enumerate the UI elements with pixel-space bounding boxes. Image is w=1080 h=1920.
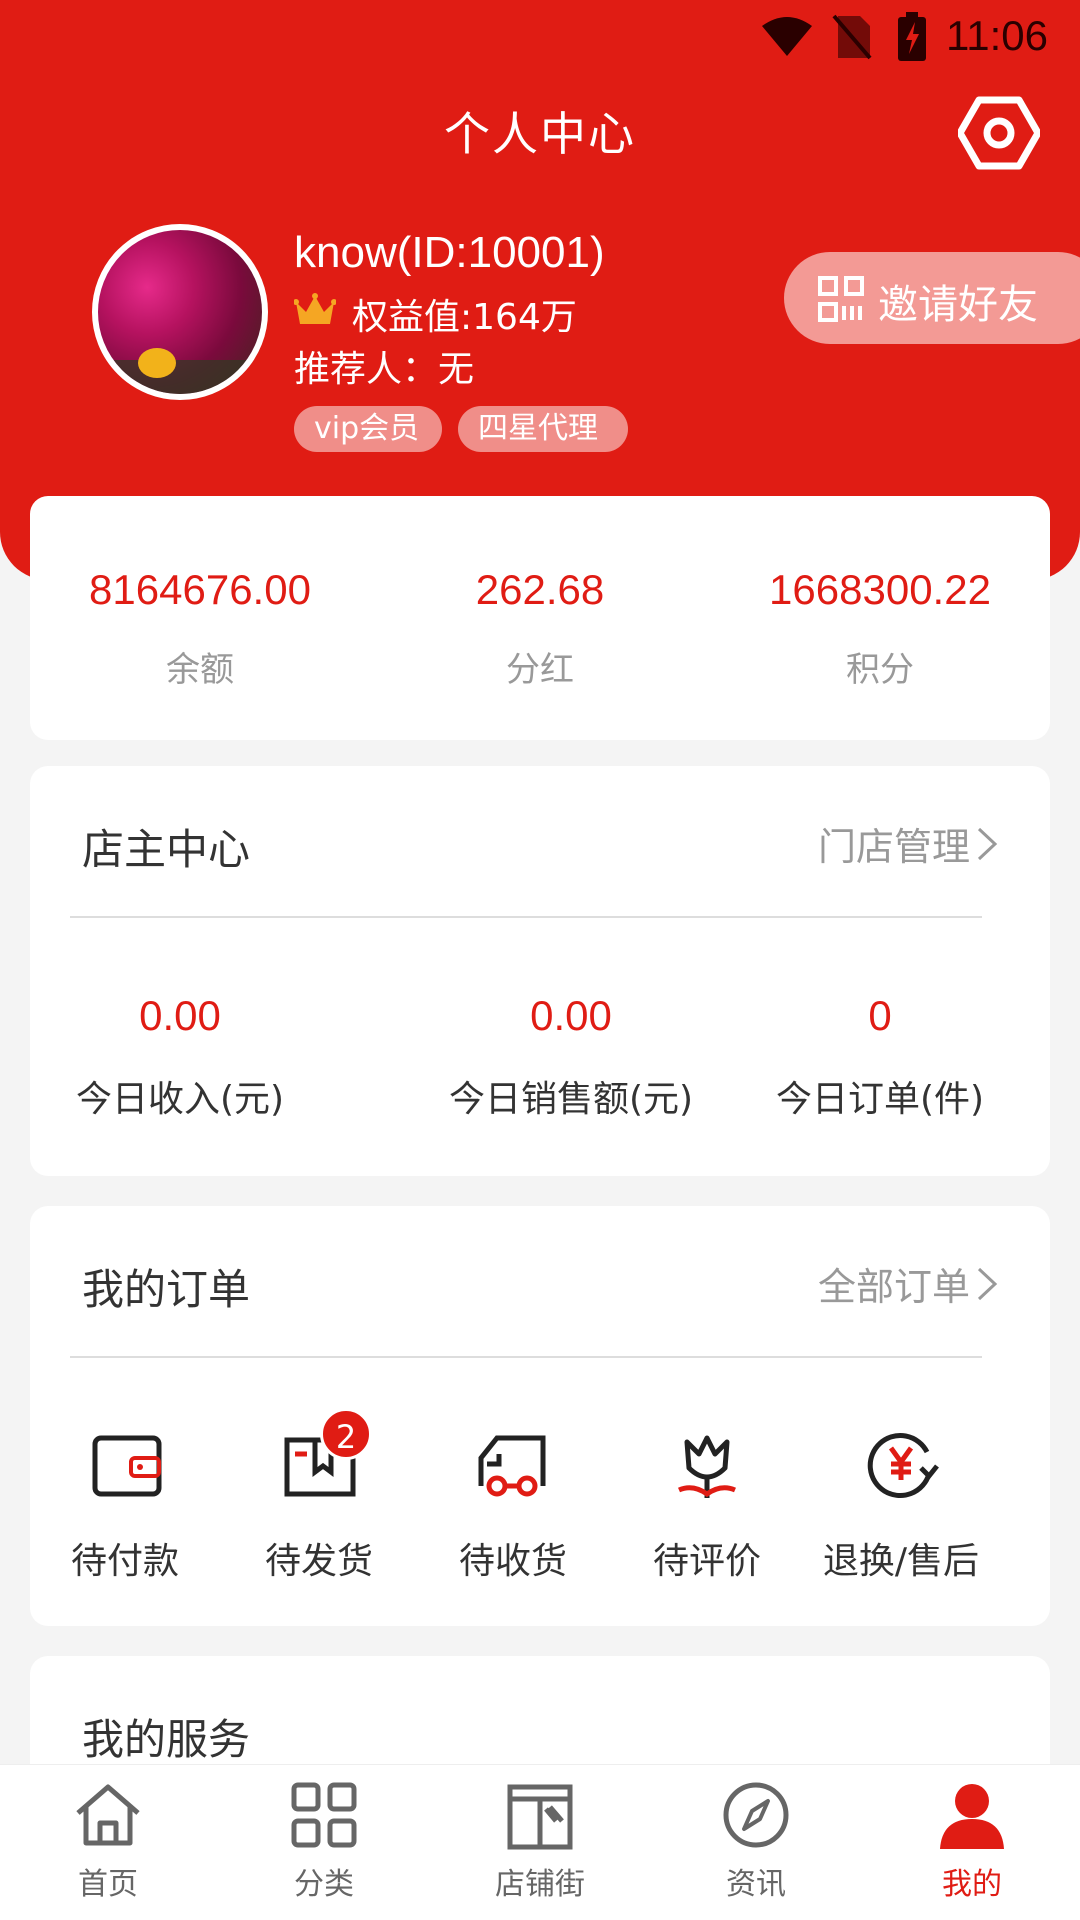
invite-label: 邀请好友 bbox=[878, 282, 1038, 328]
settings-hex-icon[interactable] bbox=[958, 96, 1040, 170]
order-pending-review[interactable]: 待评价 bbox=[612, 1424, 802, 1584]
clock: 11:06 bbox=[946, 12, 1048, 59]
order-pending-shipment-label: 待发货 bbox=[264, 1541, 373, 1582]
tab-home-label: 首页 bbox=[78, 1867, 138, 1902]
tab-store-street-label: 店铺街 bbox=[495, 1867, 585, 1902]
points-label: 积分 bbox=[846, 650, 914, 690]
today-income-value: 0.00 bbox=[139, 992, 221, 1039]
balance-value: 8164676.00 bbox=[89, 566, 311, 613]
today-orders-value: 0 bbox=[868, 992, 892, 1039]
order-pending-receipt-label: 待收货 bbox=[458, 1541, 567, 1582]
page-title: 个人中心 bbox=[444, 107, 636, 161]
battery-icon bbox=[898, 12, 926, 61]
bottom-tab-bar: 首页 分类 店铺街 资讯 我的 bbox=[0, 1764, 1080, 1920]
vip-tag: vip会员 bbox=[294, 406, 442, 452]
crown-icon bbox=[294, 293, 336, 324]
home-icon bbox=[76, 1784, 140, 1846]
tab-store-street[interactable]: 店铺街 bbox=[432, 1777, 648, 1903]
tab-home[interactable]: 首页 bbox=[0, 1777, 216, 1903]
balance-stats-card: 8164676.00 余额 262.68 分红 1668300.22 积分 bbox=[30, 496, 1050, 740]
order-refund-aftersale[interactable]: 退换/售后 bbox=[806, 1424, 996, 1584]
rights-value: 权益值:164万 bbox=[352, 297, 577, 338]
pending-shipment-badge: 2 bbox=[320, 1408, 372, 1460]
agent-level-tag: 四星代理 bbox=[458, 406, 628, 452]
invite-friends-button[interactable]: 邀请好友 bbox=[784, 252, 1080, 344]
flower-icon bbox=[678, 1435, 736, 1498]
status-bar: 11:06 bbox=[0, 0, 1080, 75]
my-orders-card: 我的订单 全部订单 待付款 待发货 2 待收货 待评价 退换/售后 bbox=[30, 1206, 1050, 1626]
tab-category-label: 分类 bbox=[294, 1867, 354, 1902]
order-pending-review-label: 待评价 bbox=[652, 1541, 761, 1582]
store-management-link[interactable]: 门店管理 bbox=[818, 816, 970, 871]
my-services-title: 我的服务 bbox=[82, 1715, 251, 1764]
chevron-right-icon[interactable] bbox=[976, 1266, 998, 1302]
tab-mine[interactable]: 我的 bbox=[864, 1777, 1080, 1903]
my-orders-title: 我的订单 bbox=[82, 1265, 251, 1314]
today-orders-label: 今日订单(件) bbox=[775, 1079, 985, 1120]
order-pending-receipt[interactable]: 待收货 bbox=[418, 1424, 608, 1584]
compass-icon bbox=[723, 1782, 789, 1848]
chevron-right-icon[interactable] bbox=[976, 826, 998, 862]
qr-code-icon bbox=[818, 276, 864, 322]
divider bbox=[70, 916, 982, 918]
grid-icon bbox=[291, 1782, 357, 1848]
order-refund-aftersale-label: 退换/售后 bbox=[822, 1541, 980, 1582]
divider bbox=[70, 1356, 982, 1358]
wifi-icon bbox=[762, 17, 812, 56]
all-orders-link[interactable]: 全部订单 bbox=[818, 1256, 970, 1311]
balance-stat[interactable]: 8164676.00 余额 bbox=[30, 566, 370, 691]
dividend-value: 262.68 bbox=[475, 566, 605, 613]
tab-mine-label: 我的 bbox=[942, 1867, 1002, 1902]
shop-center-card: 店主中心 门店管理 0.00 今日收入(元) 0.00 今日销售额(元) 0 今… bbox=[30, 766, 1050, 1176]
today-orders-stat: 0 今日订单(件) bbox=[760, 992, 1000, 1122]
tab-news[interactable]: 资讯 bbox=[648, 1777, 864, 1903]
dividend-stat[interactable]: 262.68 分红 bbox=[370, 566, 710, 691]
tab-news-label: 资讯 bbox=[726, 1867, 786, 1902]
today-sales-stat: 0.00 今日销售额(元) bbox=[426, 992, 716, 1122]
shop-center-title: 店主中心 bbox=[82, 825, 251, 874]
balance-label: 余额 bbox=[166, 650, 234, 690]
points-stat[interactable]: 1668300.22 积分 bbox=[710, 566, 1050, 691]
no-sim-icon bbox=[832, 14, 872, 60]
points-value: 1668300.22 bbox=[769, 566, 991, 613]
today-income-label: 今日收入(元) bbox=[75, 1079, 285, 1120]
user-icon bbox=[940, 1784, 1004, 1849]
avatar-flower bbox=[138, 348, 176, 378]
wallet-icon bbox=[92, 1435, 162, 1497]
today-sales-label: 今日销售额(元) bbox=[448, 1079, 694, 1120]
store-icon bbox=[507, 1784, 573, 1850]
refund-icon bbox=[867, 1433, 939, 1498]
today-sales-value: 0.00 bbox=[530, 992, 612, 1039]
order-pending-shipment[interactable]: 待发货 bbox=[224, 1424, 414, 1584]
truck-icon bbox=[478, 1435, 546, 1497]
order-pending-payment[interactable]: 待付款 bbox=[30, 1424, 220, 1584]
tab-category[interactable]: 分类 bbox=[216, 1777, 432, 1903]
dividend-label: 分红 bbox=[506, 650, 574, 690]
avatar[interactable] bbox=[92, 224, 268, 400]
order-pending-payment-label: 待付款 bbox=[70, 1541, 179, 1582]
today-income-stat: 0.00 今日收入(元) bbox=[70, 992, 290, 1122]
referrer: 推荐人：无 bbox=[294, 349, 475, 390]
username: know(ID:10001) bbox=[294, 228, 605, 277]
